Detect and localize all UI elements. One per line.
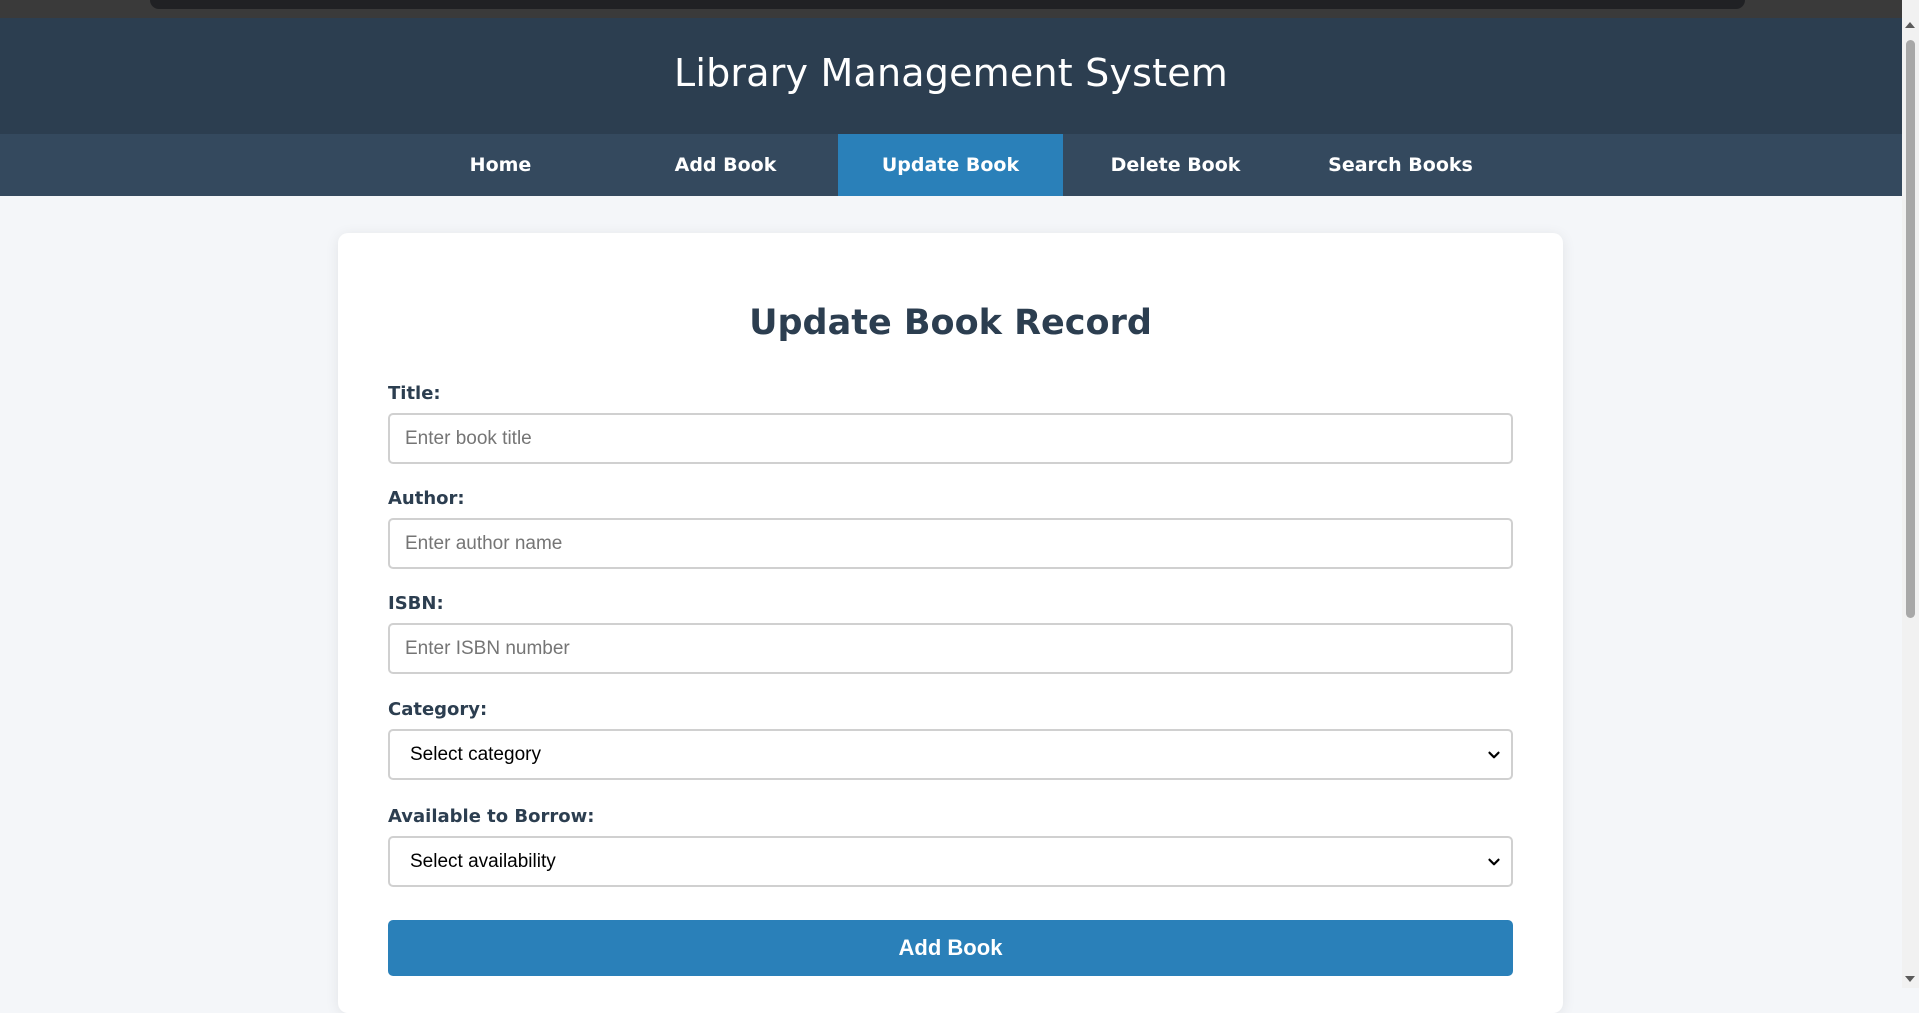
browser-chrome-strip [0, 0, 1902, 18]
nav-item-search-books[interactable]: Search Books [1288, 134, 1513, 196]
nav-item-delete-book[interactable]: Delete Book [1063, 134, 1288, 196]
nav-item-home[interactable]: Home [388, 134, 613, 196]
scroll-thumb[interactable] [1906, 40, 1915, 618]
app-title: Library Management System [673, 51, 1229, 95]
scroll-up-icon[interactable] [1905, 22, 1915, 28]
browser-address-bar[interactable] [150, 0, 1745, 9]
isbn-label: ISBN: [388, 593, 444, 614]
isbn-input[interactable] [388, 623, 1513, 674]
author-label: Author: [388, 488, 465, 509]
page-scrollbar[interactable] [1902, 0, 1919, 988]
chevron-down-icon [1488, 858, 1500, 865]
availability-selected-value: Select availability [410, 850, 556, 872]
author-input[interactable] [388, 518, 1513, 569]
form-heading: Update Book Record [749, 303, 1152, 343]
chevron-down-icon [1488, 751, 1500, 758]
main-navigation: Home Add Book Update Book Delete Book Se… [0, 134, 1902, 196]
title-input[interactable] [388, 413, 1513, 464]
scroll-down-icon[interactable] [1905, 976, 1915, 982]
nav-item-update-book[interactable]: Update Book [838, 134, 1063, 196]
update-book-form-card: Update Book Record Title: Author: ISBN: … [338, 233, 1563, 1013]
title-label: Title: [388, 383, 441, 404]
nav-list: Home Add Book Update Book Delete Book Se… [388, 134, 1513, 196]
category-select[interactable]: Select category [388, 729, 1513, 780]
add-book-button[interactable]: Add Book [388, 920, 1513, 976]
nav-item-add-book[interactable]: Add Book [613, 134, 838, 196]
availability-select[interactable]: Select availability [388, 836, 1513, 887]
availability-label: Available to Borrow: [388, 806, 595, 827]
category-label: Category: [388, 699, 488, 720]
category-selected-value: Select category [410, 743, 541, 765]
app-header: Library Management System [0, 18, 1902, 134]
